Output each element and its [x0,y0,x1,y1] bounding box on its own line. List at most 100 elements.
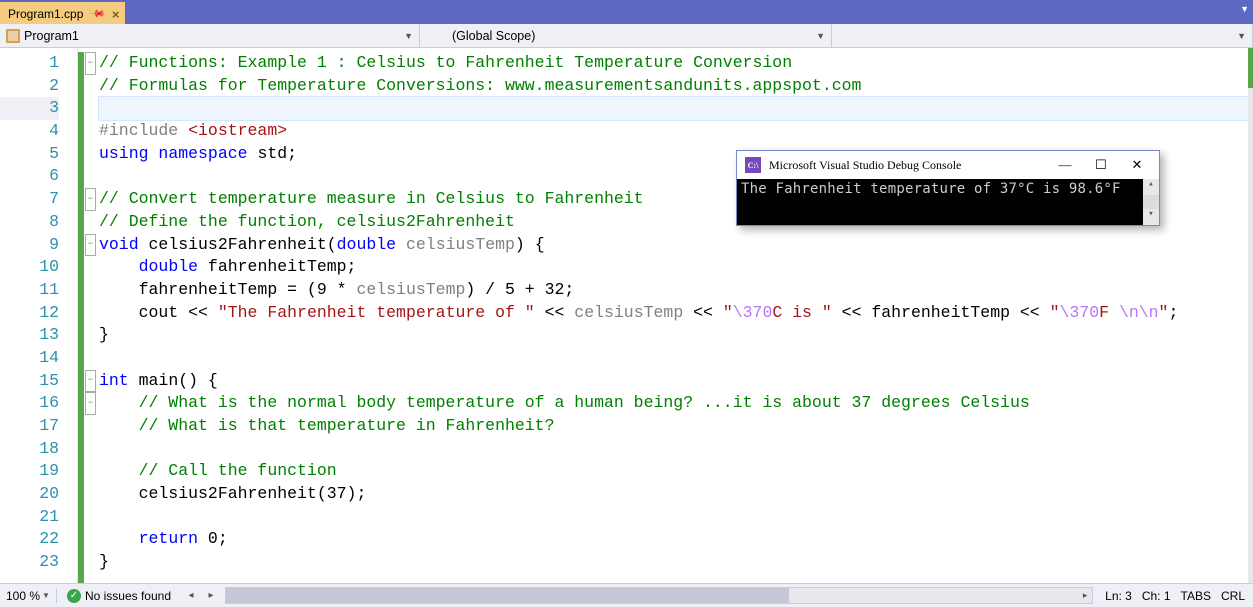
scroll-up-icon[interactable]: ▴ [1143,179,1159,195]
line-number: 9 [0,234,59,257]
fold-slot [84,347,97,370]
line-number: 19 [0,460,59,483]
fold-slot [84,256,97,279]
line-number: 12 [0,302,59,325]
line-number: 20 [0,483,59,506]
code-line[interactable]: // Functions: Example 1 : Celsius to Fah… [99,52,1253,75]
document-tab[interactable]: Program1.cpp 📌 × [0,2,125,24]
cursor-line: Ln: 3 [1105,589,1132,603]
fold-slot [84,460,97,483]
overview-ruler[interactable] [1248,48,1253,583]
code-line[interactable] [99,438,1253,461]
line-number: 4 [0,120,59,143]
close-icon[interactable]: × [112,7,120,22]
issues-label: No issues found [85,589,171,603]
nav-scope-dropdown[interactable]: (Global Scope) ▼ [420,24,832,47]
line-number: 6 [0,165,59,188]
line-number: 8 [0,211,59,234]
cursor-col: Ch: 1 [1142,589,1171,603]
code-line[interactable]: // What is the normal body temperature o… [99,392,1253,415]
code-line[interactable]: } [99,551,1253,574]
fold-toggle[interactable]: − [85,52,96,75]
scroll-right-icon[interactable]: ▸ [1077,588,1093,603]
fold-slot [84,279,97,302]
horizontal-scrollbar[interactable]: ◂ ▸ [225,587,1093,604]
pin-icon[interactable]: 📌 [89,6,106,23]
line-number: 16 [0,392,59,415]
code-line[interactable]: void celsius2Fahrenheit(double celsiusTe… [99,234,1253,257]
cpp-project-icon [6,29,20,43]
code-area[interactable]: // Functions: Example 1 : Celsius to Fah… [97,48,1253,583]
navigation-bar: Program1 ▼ (Global Scope) ▼ ▼ [0,24,1253,48]
line-number: 21 [0,506,59,529]
nav-next-icon[interactable]: ▸ [201,590,221,601]
nav-project-dropdown[interactable]: Program1 ▼ [0,24,420,47]
code-line[interactable]: } [99,324,1253,347]
chevron-down-icon: ▼ [816,31,825,41]
fold-slot [84,211,97,234]
code-editor[interactable]: 1234567891011121314151617181920212223 −−… [0,48,1253,583]
fold-slot [84,120,97,143]
line-number: 3 [0,97,59,120]
scrollbar-thumb[interactable] [226,588,789,603]
code-line[interactable]: int main() { [99,370,1253,393]
console-output: The Fahrenheit temperature of 37°C is 98… [737,179,1159,225]
line-number-gutter: 1234567891011121314151617181920212223 [0,48,78,583]
scroll-down-icon[interactable]: ▾ [1143,209,1159,225]
code-line[interactable]: cout << "The Fahrenheit temperature of "… [99,302,1253,325]
fold-toggle[interactable]: − [85,392,96,415]
check-icon: ✓ [67,589,81,603]
line-number: 18 [0,438,59,461]
console-titlebar[interactable]: C:\ Microsoft Visual Studio Debug Consol… [737,151,1159,179]
fold-slot: − [84,52,97,75]
maximize-button[interactable]: ☐ [1087,157,1115,173]
code-line[interactable]: fahrenheitTemp = (9 * celsiusTemp) / 5 +… [99,279,1253,302]
fold-slot [84,97,97,120]
issues-indicator[interactable]: ✓ No issues found [56,589,181,603]
fold-toggle[interactable]: − [85,234,96,257]
fold-slot [84,483,97,506]
code-line[interactable]: #include <iostream> [99,120,1253,143]
minimize-button[interactable]: — [1051,157,1079,173]
fold-slot [84,438,97,461]
nav-member-dropdown[interactable]: ▼ [832,24,1253,47]
code-line[interactable]: // Call the function [99,460,1253,483]
fold-toggle[interactable]: − [85,188,96,211]
fold-slot: − [84,370,97,393]
line-number: 14 [0,347,59,370]
code-line[interactable]: double fahrenheitTemp; [99,256,1253,279]
code-line[interactable]: return 0; [99,528,1253,551]
console-icon: C:\ [745,157,761,173]
line-number: 7 [0,188,59,211]
fold-slot [84,506,97,529]
code-line[interactable] [99,506,1253,529]
chevron-down-icon[interactable]: ▼ [1240,4,1249,14]
close-button[interactable]: ✕ [1123,157,1151,173]
fold-slot [84,302,97,325]
tab-title: Program1.cpp [8,7,83,21]
code-line[interactable] [99,347,1253,370]
code-line[interactable]: celsius2Fahrenheit(37); [99,483,1253,506]
zoom-control[interactable]: 100 % ▼ [0,589,56,603]
chevron-down-icon: ▼ [42,591,50,600]
fold-slot: − [84,392,97,415]
nav-scope-label: (Global Scope) [426,29,816,43]
chevron-down-icon: ▼ [1237,31,1246,41]
line-number: 5 [0,143,59,166]
line-number: 2 [0,75,59,98]
console-scrollbar[interactable]: ▴ ▾ [1143,179,1159,225]
debug-console-window[interactable]: C:\ Microsoft Visual Studio Debug Consol… [736,150,1160,226]
line-number: 13 [0,324,59,347]
fold-slot [84,324,97,347]
nav-prev-icon[interactable]: ◂ [181,590,201,601]
code-line[interactable] [99,97,1253,120]
fold-slot [84,75,97,98]
fold-slot: − [84,234,97,257]
indent-mode[interactable]: TABS [1181,589,1211,603]
line-endings[interactable]: CRL [1221,589,1245,603]
code-line[interactable]: // Formulas for Temperature Conversions:… [99,75,1253,98]
line-number: 23 [0,551,59,574]
fold-slot [84,165,97,188]
code-line[interactable]: // What is that temperature in Fahrenhei… [99,415,1253,438]
fold-toggle[interactable]: − [85,370,96,393]
